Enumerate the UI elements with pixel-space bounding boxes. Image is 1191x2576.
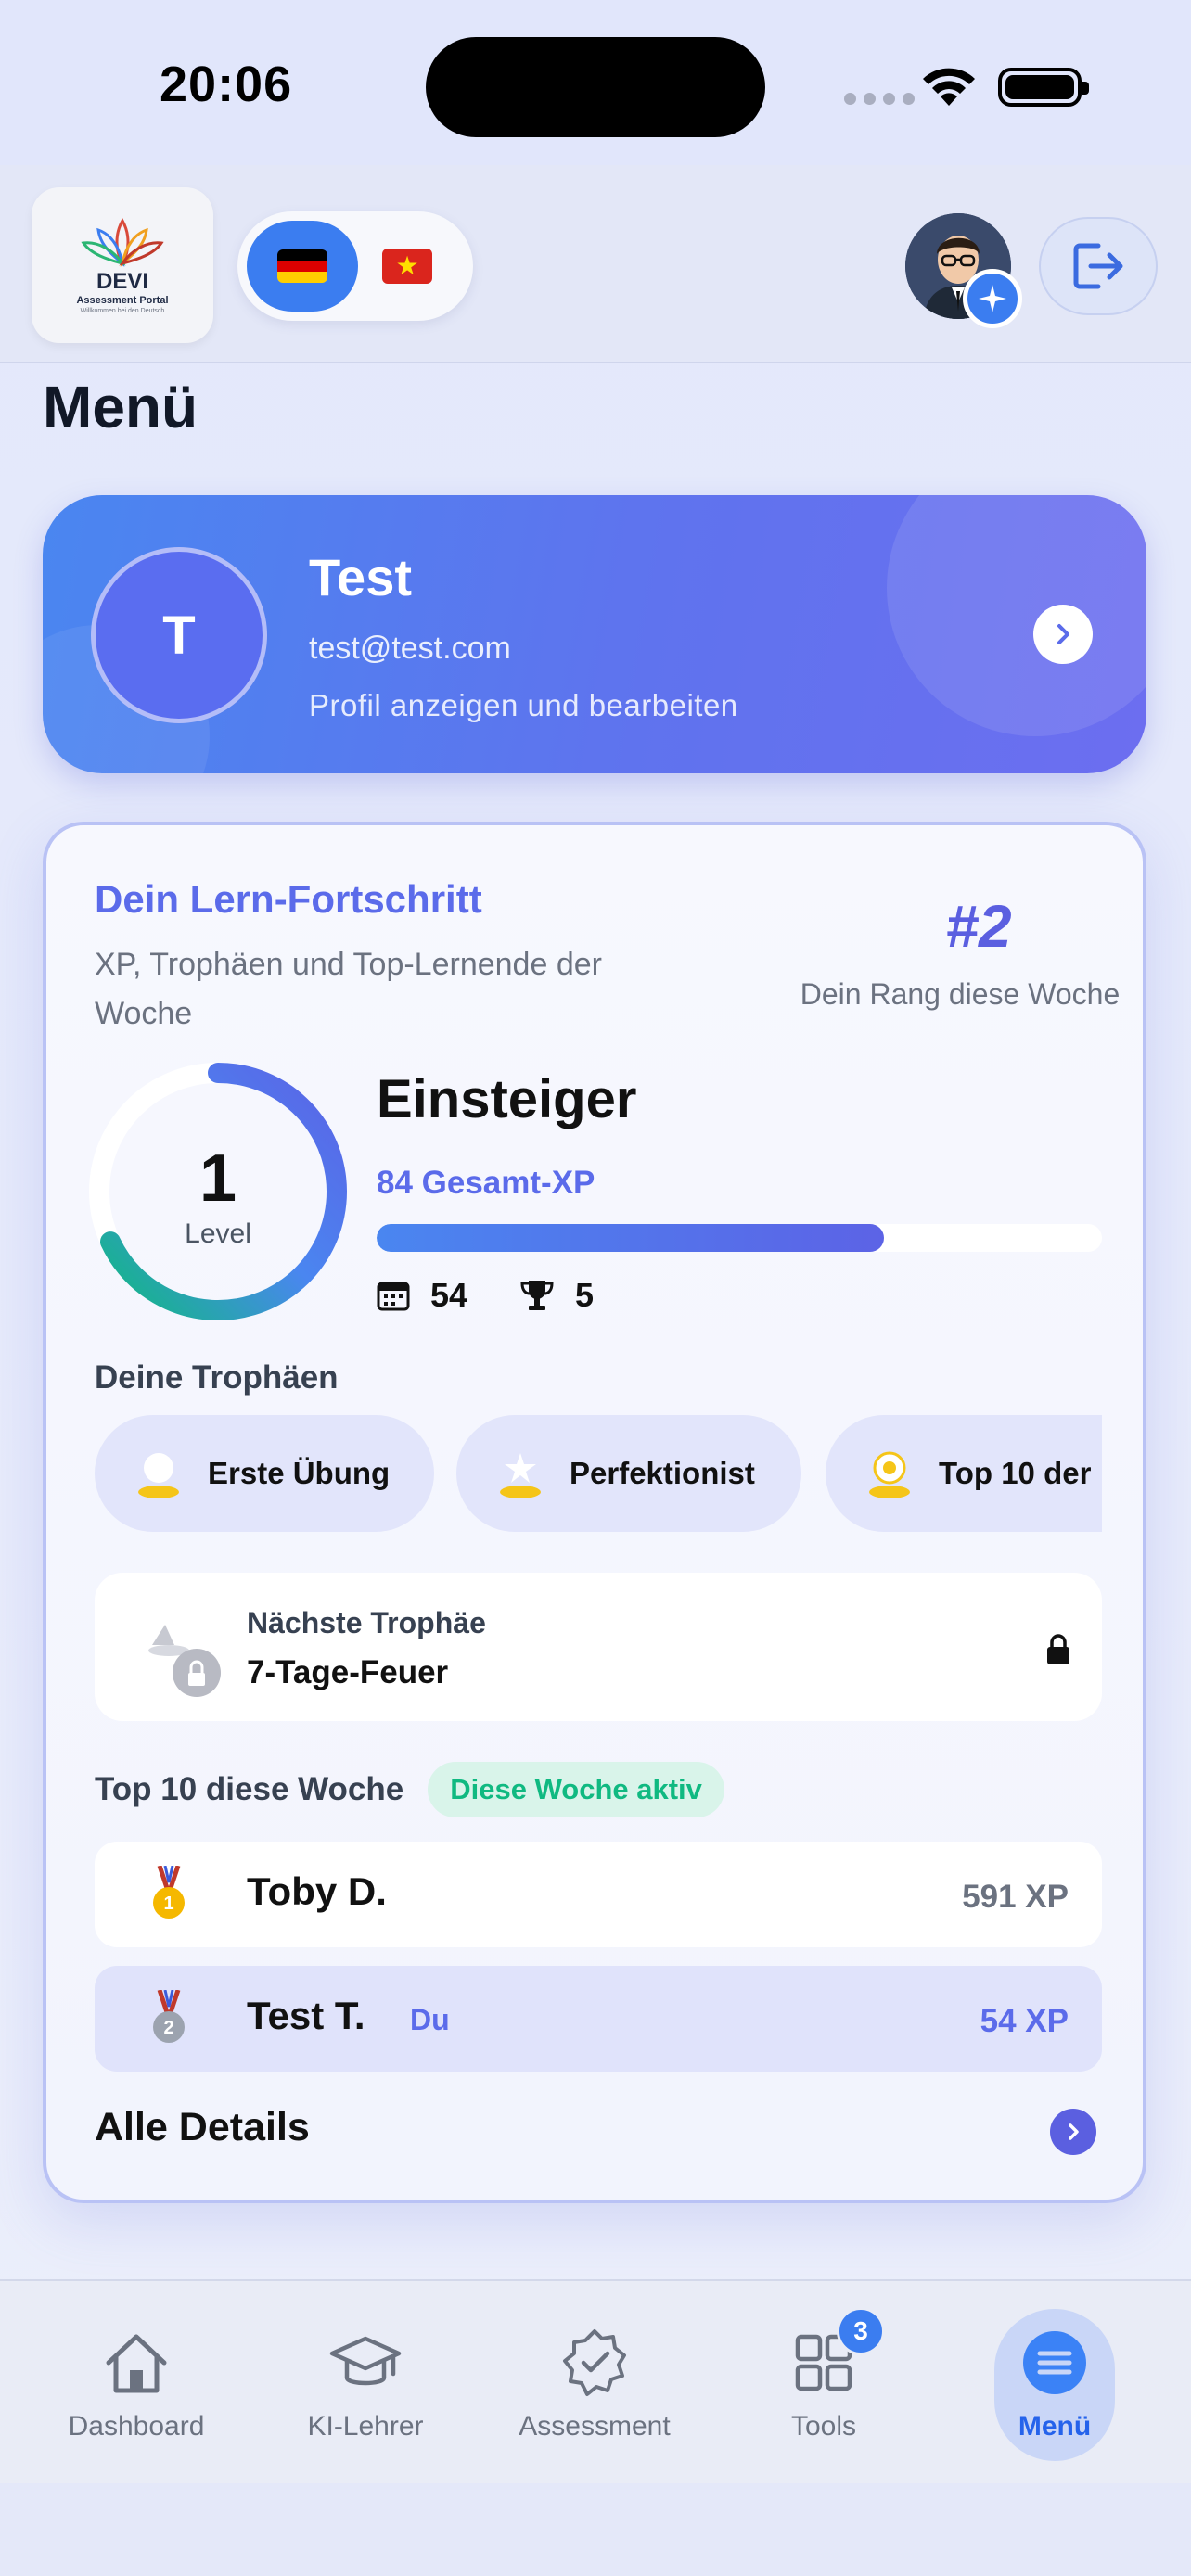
all-details-link[interactable]: Alle Details	[95, 2105, 310, 2150]
trophy-pill[interactable]: Top 10 der	[826, 1415, 1102, 1532]
trophy-label: Top 10 der	[939, 1456, 1092, 1490]
profile-email: test@test.com	[309, 631, 511, 666]
trophy-count: 5	[575, 1276, 595, 1314]
logout-icon	[1073, 243, 1123, 289]
page-title: Menü	[43, 374, 198, 440]
xp-progress-fill	[377, 1224, 885, 1252]
leaderboard-xp: 591 XP	[962, 1879, 1069, 1915]
badge-check-icon	[563, 2329, 626, 2396]
weekly-rank-label: Dein Rang diese Woche	[800, 977, 1121, 1011]
graduation-cap-icon	[329, 2336, 402, 2386]
logo-title: DEVI	[96, 268, 148, 294]
level-name: Einsteiger	[377, 1069, 637, 1129]
devi-logo[interactable]: DEVI Assessment Portal Willkommen bei de…	[32, 187, 213, 343]
logout-button[interactable]	[1039, 217, 1158, 315]
svg-text:2: 2	[163, 2018, 173, 2038]
level-label: Level	[185, 1218, 251, 1249]
streak-days: 54	[430, 1276, 468, 1314]
next-trophy-card[interactable]: Nächste Trophäe 7-Tage-Feuer	[95, 1573, 1102, 1721]
logo-subtitle: Assessment Portal	[76, 294, 169, 306]
home-icon	[106, 2334, 167, 2393]
tab-tools[interactable]: Tools	[722, 2281, 926, 2485]
leaderboard-name: Toby D.	[247, 1869, 387, 1913]
trophy-pill[interactable]: Perfektionist	[456, 1415, 801, 1532]
trophy-pill[interactable]: Erste Übung	[95, 1415, 434, 1532]
streak-stat: 54	[377, 1276, 467, 1315]
progress-subtitle: XP, Trophäen und Top-Lernende der Woche	[95, 947, 602, 1031]
level-number: 1	[198, 1141, 237, 1216]
silver-medal-icon: 2	[153, 1990, 185, 2043]
ai-sparkle-icon[interactable]	[963, 269, 1022, 328]
app-header: DEVI Assessment Portal Willkommen bei de…	[0, 165, 1191, 363]
learning-progress-card: Dein Lern-Fortschritt XP, Trophäen und T…	[43, 822, 1146, 2203]
next-trophy-name: 7-Tage-Feuer	[247, 1654, 449, 1690]
lock-icon	[1047, 1634, 1069, 1664]
profile-avatar: T	[91, 547, 267, 723]
leaderboard-name: Test T.	[247, 1994, 365, 2037]
next-trophy-label: Nächste Trophäe	[247, 1606, 486, 1639]
medal-trophy-icon	[138, 1453, 179, 1498]
status-bar: 20:06	[0, 0, 1191, 165]
weekly-rank: #2	[945, 893, 1012, 960]
top10-heading: Top 10 diese Woche	[95, 1771, 404, 1807]
gold-medal-icon: 1	[153, 1866, 185, 1919]
chevron-right-icon[interactable]	[1033, 605, 1093, 664]
xp-progress-bar	[377, 1224, 1102, 1252]
profile-hint: Profil anzeigen und bearbeiten	[309, 688, 738, 722]
active-week-badge: Diese Woche aktiv	[428, 1762, 724, 1817]
tab-label: Assessment	[519, 2411, 671, 2442]
germany-flag-icon	[277, 249, 327, 283]
tab-ki-lehrer[interactable]: KI-Lehrer	[263, 2281, 467, 2485]
language-option-vn[interactable]: ★	[382, 249, 432, 284]
bottom-tab-bar: Dashboard KI-Lehrer Assessment Tools 3 M…	[0, 2279, 1191, 2483]
status-time: 20:06	[160, 57, 293, 112]
tab-label: Menü	[1018, 2411, 1092, 2442]
tab-label: KI-Lehrer	[307, 2411, 424, 2442]
trophies-carousel[interactable]: Erste Übung Perfektionist Top 10 der	[95, 1415, 1102, 1532]
profile-card[interactable]: T Test test@test.com Profil anzeigen und…	[43, 495, 1146, 773]
tab-dashboard[interactable]: Dashboard	[34, 2281, 238, 2485]
star-trophy-icon	[500, 1453, 541, 1498]
tab-label: Tools	[790, 2411, 857, 2442]
calendar-icon	[377, 1282, 410, 1311]
leaderboard-xp: 54 XP	[980, 2003, 1069, 2039]
ribbon-trophy-icon	[869, 1451, 910, 1498]
dynamic-island	[426, 37, 765, 137]
cellular-signal-icon	[844, 93, 915, 105]
top10-header: Top 10 diese Woche Diese Woche aktiv	[95, 1762, 724, 1817]
logo-tagline: Willkommen bei den Deutsch	[80, 307, 165, 314]
tab-menu[interactable]: Menü	[953, 2281, 1157, 2485]
total-xp: 84 Gesamt-XP	[377, 1165, 596, 1201]
chevron-right-icon[interactable]	[1050, 2109, 1096, 2155]
lotus-logo-icon	[81, 217, 164, 267]
trophy-stat: 5	[519, 1276, 594, 1315]
leaderboard-row[interactable]: 1 Toby D. 591 XP	[95, 1842, 1102, 1947]
leaderboard-row-current-user[interactable]: 2 Test T. Du 54 XP	[95, 1966, 1102, 2072]
trophy-label: Erste Übung	[208, 1456, 391, 1490]
tab-assessment[interactable]: Assessment	[493, 2281, 697, 2485]
wifi-icon	[923, 68, 975, 106]
home-indicator-area	[0, 2483, 1191, 2576]
battery-icon	[998, 68, 1089, 107]
tools-notification-badge: 3	[837, 2307, 885, 2355]
language-toggle: ★	[237, 211, 473, 321]
tab-label: Dashboard	[68, 2411, 205, 2442]
trophy-label: Perfektionist	[570, 1456, 755, 1490]
profile-name: Test	[309, 548, 412, 606]
progress-title: Dein Lern-Fortschritt	[95, 877, 482, 921]
trophy-icon	[520, 1281, 554, 1310]
you-tag: Du	[410, 2003, 450, 2036]
svg-text:1: 1	[163, 1894, 173, 1914]
trophies-heading: Deine Trophäen	[95, 1359, 339, 1396]
language-option-de[interactable]	[247, 221, 358, 312]
vietnam-flag-icon: ★	[395, 251, 419, 280]
menu-icon	[1023, 2331, 1086, 2394]
locked-trophy-icon	[148, 1625, 221, 1697]
